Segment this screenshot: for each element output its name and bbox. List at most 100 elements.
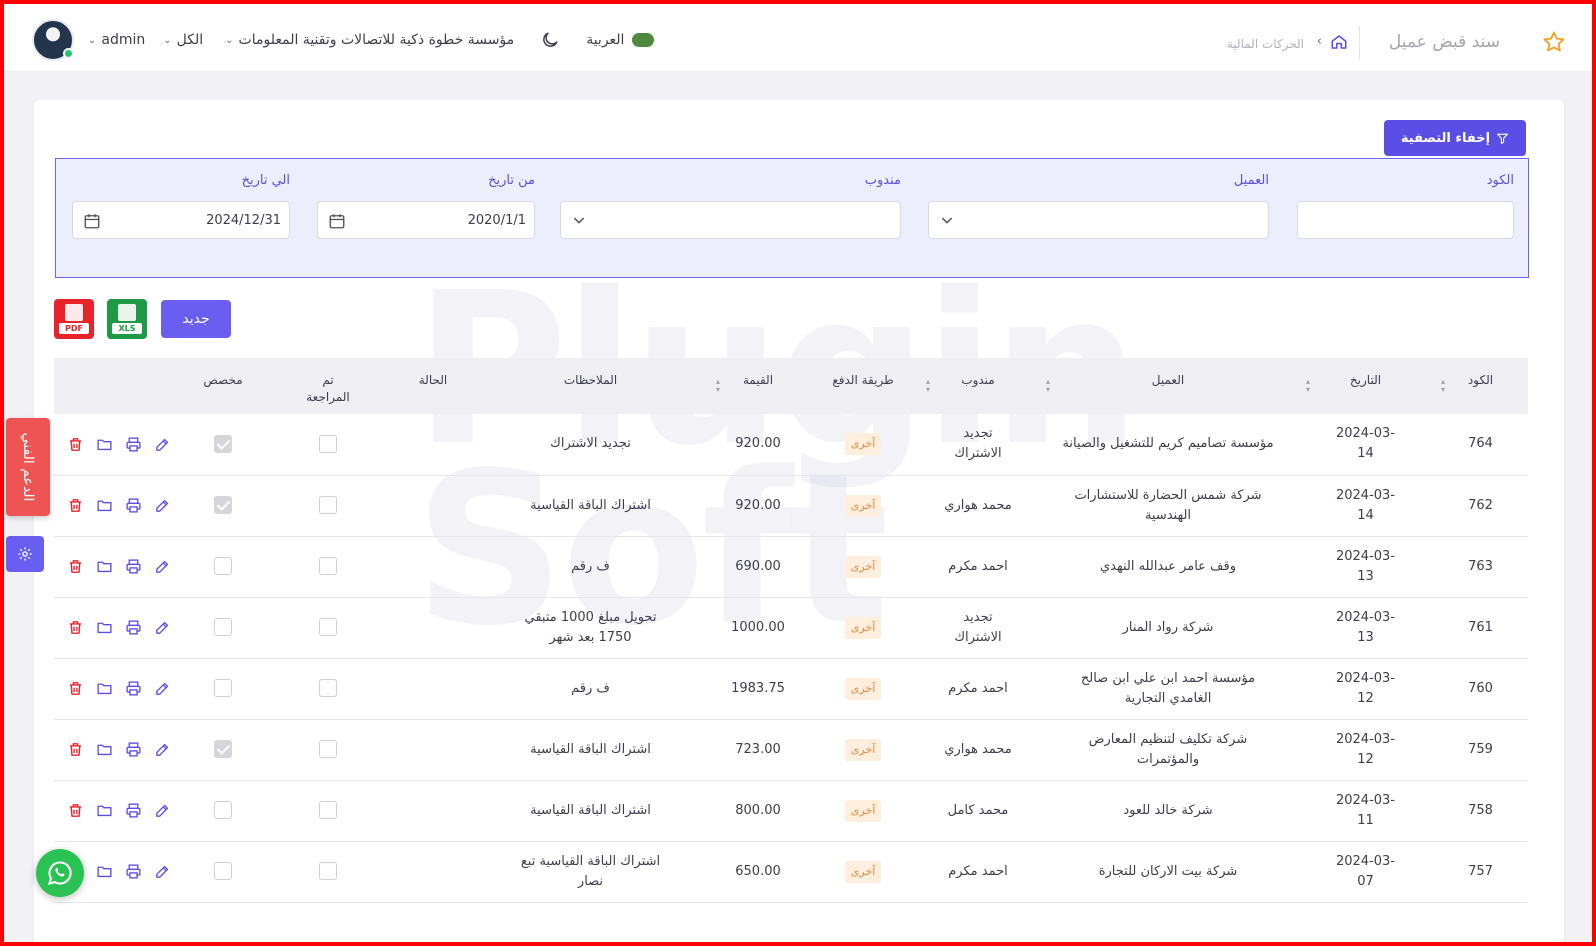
- calendar-icon[interactable]: [83, 212, 101, 230]
- allocated-checkbox[interactable]: [214, 801, 232, 819]
- allocated-checkbox[interactable]: [214, 434, 232, 453]
- hide-filter-button[interactable]: إخفاء التصفية: [1384, 120, 1526, 156]
- print-icon[interactable]: [125, 802, 142, 819]
- folder-icon[interactable]: [96, 436, 113, 453]
- print-icon[interactable]: [125, 741, 142, 758]
- cell-payment: آخرى: [808, 719, 918, 780]
- folder-icon[interactable]: [96, 863, 113, 880]
- user-area: ⌄ admin ⌄ الكل ⌄ مؤسسة خطوة ذكية للاتصال…: [32, 18, 655, 62]
- folder-icon[interactable]: [96, 741, 113, 758]
- reviewed-checkbox[interactable]: [319, 496, 337, 514]
- col-date[interactable]: التاريخ ▴ ▾: [1298, 358, 1433, 414]
- print-icon[interactable]: [125, 436, 142, 453]
- payment-badge: آخرى: [844, 860, 882, 883]
- allocated-checkbox[interactable]: [214, 496, 232, 514]
- delete-icon[interactable]: [67, 436, 84, 453]
- table-row: 758 2024-03-11 شركة خالد للعود محمد كامل…: [54, 780, 1528, 841]
- row-actions: [54, 558, 183, 575]
- print-icon[interactable]: [125, 863, 142, 880]
- payment-badge: آخرى: [844, 738, 882, 761]
- edit-icon[interactable]: [154, 863, 171, 880]
- col-rep[interactable]: مندوب ▴ ▾: [918, 358, 1038, 414]
- col-client[interactable]: العميل ▴ ▾: [1038, 358, 1298, 414]
- avatar[interactable]: [32, 19, 74, 61]
- delete-icon[interactable]: [67, 619, 84, 636]
- allocated-checkbox[interactable]: [214, 618, 232, 636]
- delete-icon[interactable]: [67, 497, 84, 514]
- branch-select[interactable]: ⌄ الكل: [163, 32, 203, 48]
- edit-icon[interactable]: [154, 619, 171, 636]
- print-icon[interactable]: [125, 558, 142, 575]
- from-date-label: من تاريخ: [488, 173, 535, 188]
- col-amount[interactable]: القيمة ▴ ▾: [708, 358, 808, 414]
- from-date-input[interactable]: 2020/1/1: [317, 201, 535, 239]
- edit-icon[interactable]: [154, 680, 171, 697]
- calendar-icon[interactable]: [328, 212, 346, 230]
- cell-date: 2024-03-12: [1335, 670, 1395, 706]
- filter-panel: الكود العميل مندوب من تاريخ 2020/1/1 الي…: [55, 158, 1529, 278]
- allocated-checkbox[interactable]: [214, 557, 232, 575]
- breadcrumb[interactable]: الحركات المالية: [1227, 37, 1304, 51]
- print-icon[interactable]: [125, 497, 142, 514]
- folder-icon[interactable]: [96, 497, 113, 514]
- star-icon[interactable]: [1542, 30, 1566, 54]
- cell-payment: آخرى: [808, 658, 918, 719]
- reviewed-checkbox[interactable]: [319, 679, 337, 697]
- moon-icon[interactable]: [540, 30, 560, 50]
- rep-select[interactable]: [560, 201, 901, 239]
- delete-icon[interactable]: [67, 802, 84, 819]
- to-date-input[interactable]: 2024/12/31: [72, 201, 290, 239]
- home-icon[interactable]: [1330, 33, 1348, 51]
- folder-icon[interactable]: [96, 802, 113, 819]
- reviewed-checkbox[interactable]: [319, 557, 337, 575]
- reviewed-checkbox[interactable]: [319, 740, 337, 758]
- edit-icon[interactable]: [154, 741, 171, 758]
- delete-icon[interactable]: [67, 558, 84, 575]
- allocated-checkbox[interactable]: [214, 740, 232, 758]
- col-allocated: مخصص: [203, 373, 243, 387]
- pdf-export-button[interactable]: PDF: [54, 299, 94, 339]
- table-row: 764 2024-03-14 مؤسسة تصاميم كريم للتشغيل…: [54, 414, 1528, 475]
- folder-icon[interactable]: [96, 619, 113, 636]
- code-input[interactable]: [1297, 201, 1514, 239]
- reviewed-checkbox[interactable]: [319, 862, 337, 880]
- company-select[interactable]: ⌄ مؤسسة خطوة ذكية للاتصالات وتقنية المعل…: [225, 32, 514, 48]
- cell-status: [393, 536, 473, 597]
- chevron-down-icon: ⌄: [225, 34, 234, 46]
- edit-icon[interactable]: [154, 558, 171, 575]
- whatsapp-button[interactable]: [36, 849, 84, 897]
- cell-reviewed: [263, 841, 393, 902]
- allocated-checkbox[interactable]: [214, 679, 232, 697]
- table-row: 763 2024-03-13 وقف عامر عبدالله النهدي ا…: [54, 536, 1528, 597]
- delete-icon[interactable]: [67, 741, 84, 758]
- client-select[interactable]: [928, 201, 1269, 239]
- cell-rep: تجديد الاشتراك: [954, 426, 1002, 462]
- col-notes: الملاحظات: [563, 373, 618, 387]
- xls-export-button[interactable]: XLS: [107, 299, 147, 339]
- language-switch[interactable]: العربية: [586, 32, 655, 48]
- print-icon[interactable]: [125, 680, 142, 697]
- user-menu[interactable]: ⌄ admin: [88, 32, 145, 48]
- cell-status: [393, 597, 473, 658]
- reviewed-checkbox[interactable]: [319, 434, 337, 453]
- new-button[interactable]: جديد: [161, 300, 231, 338]
- cell-client: شركة خالد للعود: [1123, 802, 1213, 818]
- reviewed-checkbox[interactable]: [319, 801, 337, 819]
- allocated-checkbox[interactable]: [214, 862, 232, 880]
- cell-client: شركة بيت الاركان للتجارة: [1098, 863, 1238, 879]
- folder-icon[interactable]: [96, 680, 113, 697]
- edit-icon[interactable]: [154, 802, 171, 819]
- delete-icon[interactable]: [67, 680, 84, 697]
- edit-icon[interactable]: [154, 497, 171, 514]
- cell-amount: 690.00: [735, 558, 781, 574]
- payment-badge: آخرى: [844, 799, 882, 822]
- reviewed-checkbox[interactable]: [319, 618, 337, 636]
- edit-icon[interactable]: [154, 436, 171, 453]
- cell-amount: 800.00: [735, 802, 781, 818]
- support-tab[interactable]: الدعم الفني: [6, 418, 50, 516]
- col-code[interactable]: الكود ▴ ▾: [1433, 358, 1528, 414]
- folder-icon[interactable]: [96, 558, 113, 575]
- print-icon[interactable]: [125, 619, 142, 636]
- cell-rep: تجديد الاشتراك: [954, 609, 1002, 645]
- settings-button[interactable]: [6, 536, 44, 572]
